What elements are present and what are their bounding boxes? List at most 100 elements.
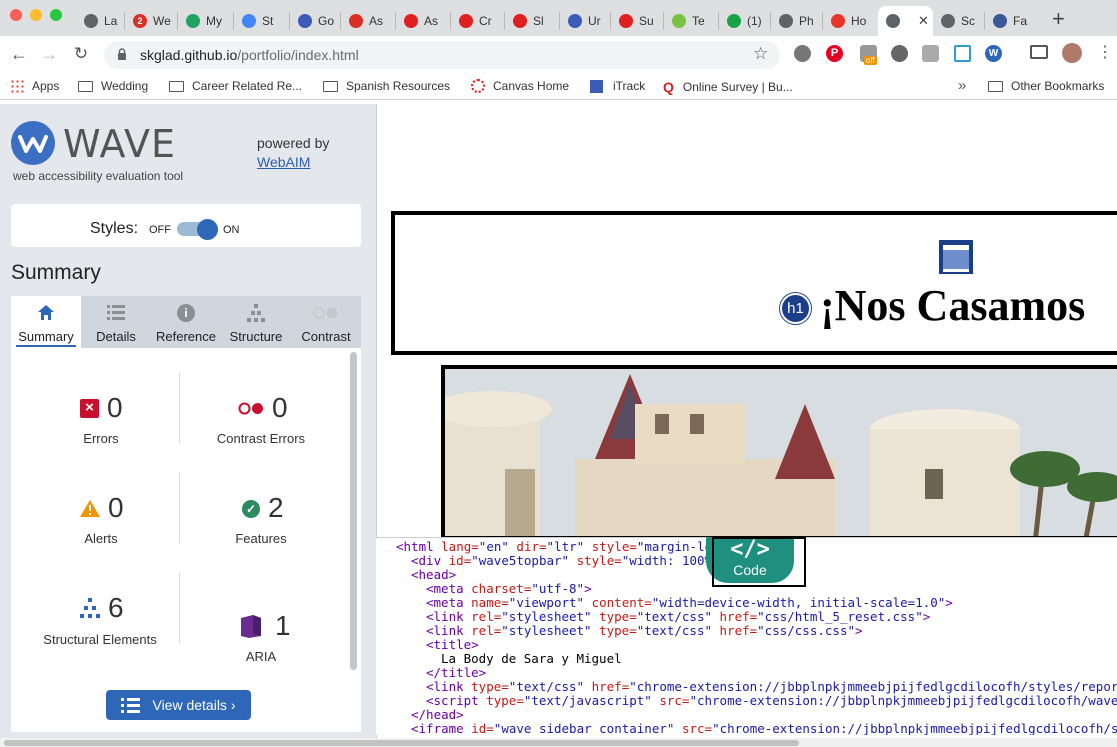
aria-count[interactable]: 1 [275, 610, 291, 642]
contrast-errors-count[interactable]: 0 [272, 392, 288, 424]
settings-extension-icon[interactable] [794, 45, 811, 62]
tab-2[interactable]: My [178, 6, 234, 36]
pinterest-icon[interactable]: P [826, 45, 843, 62]
bookmark-star-icon[interactable]: ☆ [753, 44, 768, 64]
canvas-icon [513, 14, 527, 28]
bookmark-item[interactable]: Q Online Survey | Bu... [663, 79, 793, 95]
feature-icon[interactable]: ✓ [242, 500, 260, 518]
bookmark-item[interactable]: Canvas Home [471, 79, 569, 93]
tab-label: (1) [747, 14, 762, 28]
powered-by-text: powered by [257, 135, 330, 151]
bookmarks-overflow-button[interactable]: » [958, 77, 966, 94]
avatar[interactable] [1062, 43, 1082, 63]
tab-label: Fa [1013, 14, 1028, 28]
tab-5[interactable]: As [341, 6, 396, 36]
code-line: <iframe id="wave_sidebar_container" src=… [411, 721, 1117, 735]
tab-14[interactable]: Ho [823, 6, 878, 36]
close-window-button[interactable] [10, 9, 22, 21]
bookmark-item[interactable]: Other Bookmarks [988, 79, 1104, 93]
back-button[interactable]: ← [9, 44, 29, 64]
tab-11[interactable]: Te [664, 6, 719, 36]
tab-12[interactable]: (1) [719, 6, 771, 36]
code-line: <div id="wave5topbar" style="width: 100%… [411, 553, 720, 568]
minimize-window-button[interactable] [30, 9, 42, 21]
errors-label: Errors [83, 431, 119, 446]
tab-9[interactable]: Ur [560, 6, 611, 36]
h1-badge-icon[interactable]: h1 [780, 293, 811, 324]
code-button-focus-outline [712, 537, 806, 587]
tab-7[interactable]: Cr [451, 6, 505, 36]
tab-label: Ur [588, 14, 601, 28]
bookmark-item[interactable]: Spanish Resources [323, 79, 450, 93]
tab-13[interactable]: Ph [771, 6, 823, 36]
forward-button[interactable]: → [39, 44, 59, 64]
code-token: charset= [471, 581, 532, 596]
drive-icon [186, 14, 200, 28]
code-token: "en" [478, 539, 509, 554]
zoom-window-button[interactable] [50, 9, 62, 21]
wave-extension-icon[interactable]: W [985, 45, 1002, 62]
header-landmark-icon[interactable] [938, 239, 974, 275]
url-text[interactable]: skglad.github.io/portfolio/index.html [140, 47, 359, 63]
code-token: <meta [426, 581, 472, 596]
code-token: href= [584, 679, 630, 694]
view-details-label: View details › [152, 697, 236, 713]
view-details-button[interactable]: View details › [106, 690, 251, 720]
bookmark-item[interactable]: iTrack [590, 79, 645, 93]
tab-16[interactable]: Sc [933, 6, 985, 36]
canvas-icon [471, 79, 485, 93]
cast-icon[interactable] [1030, 45, 1048, 59]
tab-4[interactable]: Go [290, 6, 341, 36]
structural-icon[interactable] [79, 598, 101, 618]
bookmark-label: Spanish Resources [346, 79, 451, 93]
tab-6[interactable]: As [396, 6, 451, 36]
bookmark-label: Canvas Home [493, 79, 570, 93]
reload-button[interactable]: ↻ [71, 44, 91, 64]
webaim-link[interactable]: WebAIM [257, 154, 310, 170]
structure-icon [247, 304, 265, 322]
tab-17[interactable]: Fa [985, 6, 1037, 36]
tab-structure[interactable]: Structure [221, 296, 291, 348]
tab-15[interactable]: ✕ [878, 6, 933, 36]
code-token: type= [471, 679, 509, 694]
aria-icon[interactable] [239, 614, 263, 638]
grey-extension-icon[interactable] [922, 45, 939, 62]
code-token: La Body de Sara y Miguel [441, 651, 622, 666]
horizontal-scrollbar-thumb[interactable] [4, 740, 799, 746]
errors-count[interactable]: 0 [107, 392, 123, 424]
styles-toggle-knob[interactable] [197, 219, 218, 240]
tab-summary[interactable]: Summary [11, 296, 81, 348]
features-count[interactable]: 2 [268, 492, 284, 524]
structural-count[interactable]: 6 [108, 592, 124, 624]
error-icon[interactable]: × [80, 399, 99, 418]
tab-reference-label: Reference [156, 329, 216, 344]
tab-3[interactable]: St [234, 6, 290, 36]
alert-icon[interactable] [79, 499, 101, 518]
code-token: type= [591, 609, 637, 624]
structural-label: Structural Elements [43, 632, 157, 647]
menu-icon[interactable]: ⋮ [1097, 42, 1113, 62]
panel-scrollbar-thumb[interactable] [350, 352, 357, 670]
tab-8[interactable]: Sl [505, 6, 560, 36]
tab-details[interactable]: Details [81, 296, 151, 348]
alerts-count[interactable]: 0 [108, 492, 124, 524]
contrast-error-icon[interactable] [238, 402, 264, 415]
code-token: > [584, 581, 592, 596]
circle-extension-icon[interactable] [891, 45, 908, 62]
new-tab-button[interactable]: + [1052, 6, 1065, 32]
bookmark-item[interactable]: Wedding [78, 79, 148, 93]
code-token: <html [396, 539, 442, 554]
tab-contrast[interactable]: Contrast [291, 296, 361, 348]
tab-reference[interactable]: i Reference [151, 296, 221, 348]
triangle-extension-icon[interactable] [954, 45, 971, 62]
contrast-errors-label: Contrast Errors [216, 431, 306, 446]
tab-1[interactable]: 2 We [125, 6, 178, 36]
divider [179, 573, 180, 643]
tab-0[interactable]: La [76, 6, 125, 36]
folder-icon [323, 80, 338, 92]
tab-10[interactable]: Su [611, 6, 664, 36]
close-tab-icon[interactable]: ✕ [918, 13, 929, 29]
bookmark-item[interactable]: Career Related Re... [169, 79, 302, 93]
bookmark-item[interactable]: Apps [10, 79, 59, 93]
canvas-icon [459, 14, 473, 28]
